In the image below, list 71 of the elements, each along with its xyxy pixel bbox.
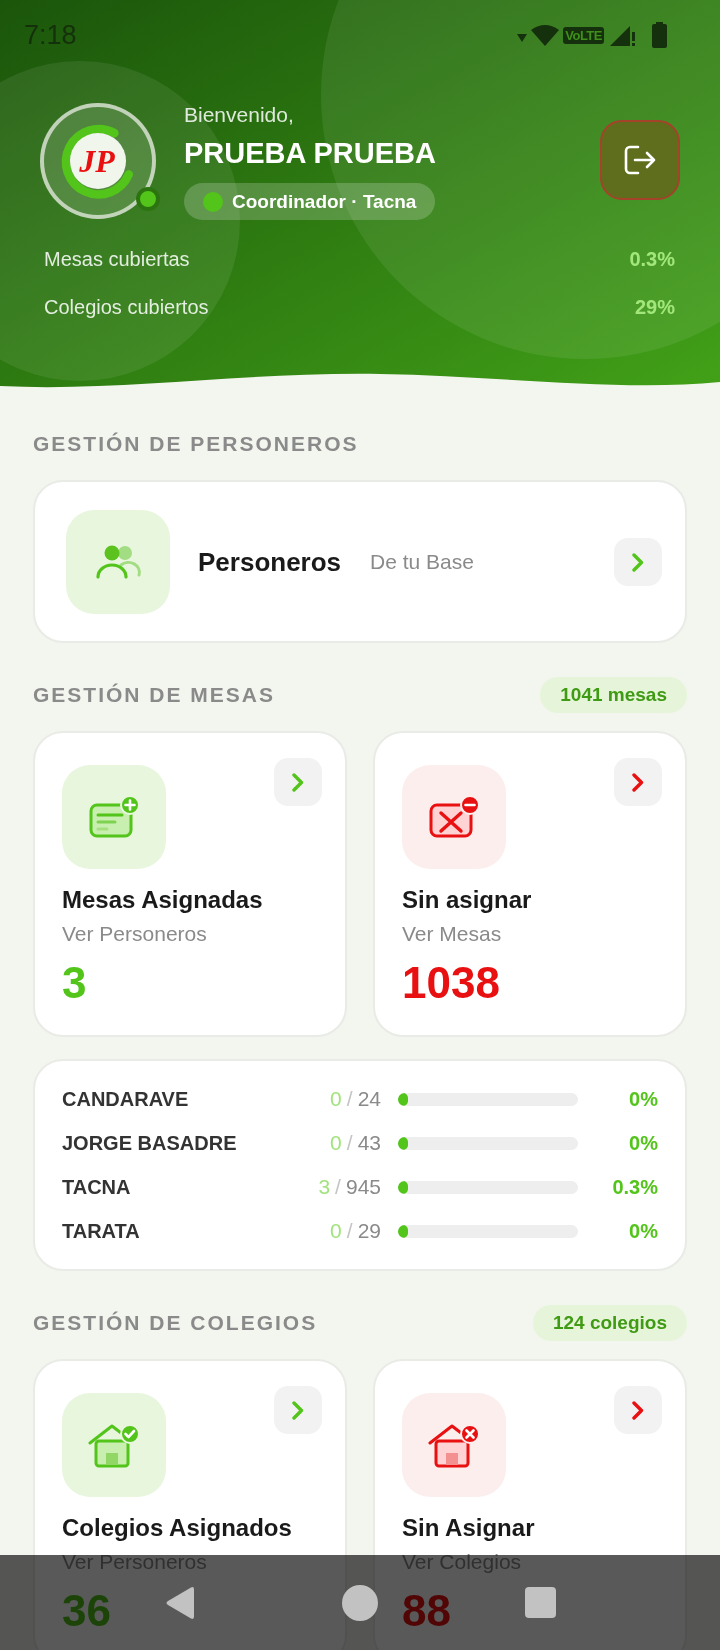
battery-icon (652, 22, 667, 48)
personeros-card[interactable]: Personeros De tu Base (33, 480, 687, 643)
section-title: GESTIÓN DE COLEGIOS (33, 1311, 318, 1335)
percent-value: 0% (628, 1219, 658, 1243)
people-icon (66, 510, 170, 614)
chevron-right-icon (632, 772, 644, 792)
next-button[interactable] (274, 1386, 322, 1434)
next-button[interactable] (614, 758, 662, 806)
fraction-separator: / (335, 1175, 341, 1199)
card-title: Sin Asignar (402, 1514, 535, 1542)
card-count: 36 (62, 1586, 111, 1636)
summary-card[interactable]: Mesas Asignadas Ver Personeros 3 (33, 731, 347, 1037)
house-check-icon (62, 1393, 166, 1497)
total-count: 24 (357, 1087, 381, 1111)
house-cross-icon (402, 1393, 506, 1497)
count-badge: 124 colegios (532, 1305, 687, 1341)
card-subtitle: Ver Personeros (62, 921, 207, 947)
chevron-right-icon (632, 552, 644, 572)
chevron-right-icon (292, 1400, 304, 1420)
recent-apps-icon[interactable] (524, 1587, 556, 1618)
province-name: CANDARAVE (62, 1087, 190, 1111)
fraction-separator: / (346, 1131, 353, 1155)
section-title: GESTIÓN DE MESAS (33, 683, 276, 707)
assigned-count: 0 (330, 1087, 342, 1111)
count-badge: 1041 mesas (540, 677, 687, 713)
percent-value: 0.3% (611, 1175, 658, 1199)
wifi-icon (531, 24, 560, 46)
stat-value: 29% (634, 295, 675, 319)
signal-icon (610, 24, 636, 46)
assigned-count: 3 (318, 1175, 331, 1199)
stat-value: 0.3% (629, 247, 675, 271)
assigned-count: 0 (330, 1131, 342, 1155)
card-cross-icon (402, 765, 506, 869)
card-title: Colegios Asignados (62, 1514, 292, 1542)
card-subtitle: Ver Mesas (402, 921, 502, 947)
summary-card[interactable]: Sin asignar Ver Mesas 1038 (373, 731, 687, 1037)
card-title: Mesas Asignadas (62, 886, 263, 914)
total-count: 43 (357, 1131, 381, 1155)
logout-button[interactable] (600, 120, 680, 200)
assigned-count: 0 (330, 1219, 342, 1243)
greeting-text: Bienvenido, (184, 103, 294, 127)
chevron-right-icon (292, 772, 304, 792)
fraction-separator: / (346, 1087, 353, 1111)
logout-icon (624, 145, 656, 175)
percent-value: 0% (628, 1131, 658, 1155)
next-button[interactable] (274, 758, 322, 806)
card-count: 3 (62, 958, 87, 1008)
total-count: 29 (357, 1219, 381, 1243)
card-count: 88 (402, 1586, 451, 1636)
province-name: TARATA (62, 1219, 141, 1243)
chevron-right-icon (632, 1400, 644, 1420)
card-title: Personeros (198, 546, 342, 578)
province-name: TACNA (62, 1175, 132, 1199)
next-button[interactable] (614, 538, 662, 586)
fraction-separator: / (346, 1219, 353, 1243)
user-name: PRUEBA PRUEBA (184, 136, 436, 171)
percent-value: 0% (628, 1087, 658, 1111)
section-title: GESTIÓN DE PERSONEROS (33, 432, 359, 456)
stat-label: Colegios cubiertos (44, 295, 209, 319)
card-title: Sin asignar (402, 886, 532, 914)
stat-label: Mesas cubiertas (44, 247, 190, 271)
next-button[interactable] (614, 1386, 662, 1434)
home-icon[interactable] (342, 1584, 378, 1621)
role-label: Coordinador · Tacna (232, 190, 417, 213)
province-name: JORGE BASADRE (62, 1131, 238, 1155)
list-card-plus-icon (62, 765, 166, 869)
card-count: 1038 (402, 958, 500, 1008)
card-subtitle: De tu Base (370, 550, 474, 574)
back-icon[interactable] (165, 1585, 195, 1620)
total-count: 945 (345, 1175, 381, 1199)
data-saver-icon (517, 34, 528, 42)
